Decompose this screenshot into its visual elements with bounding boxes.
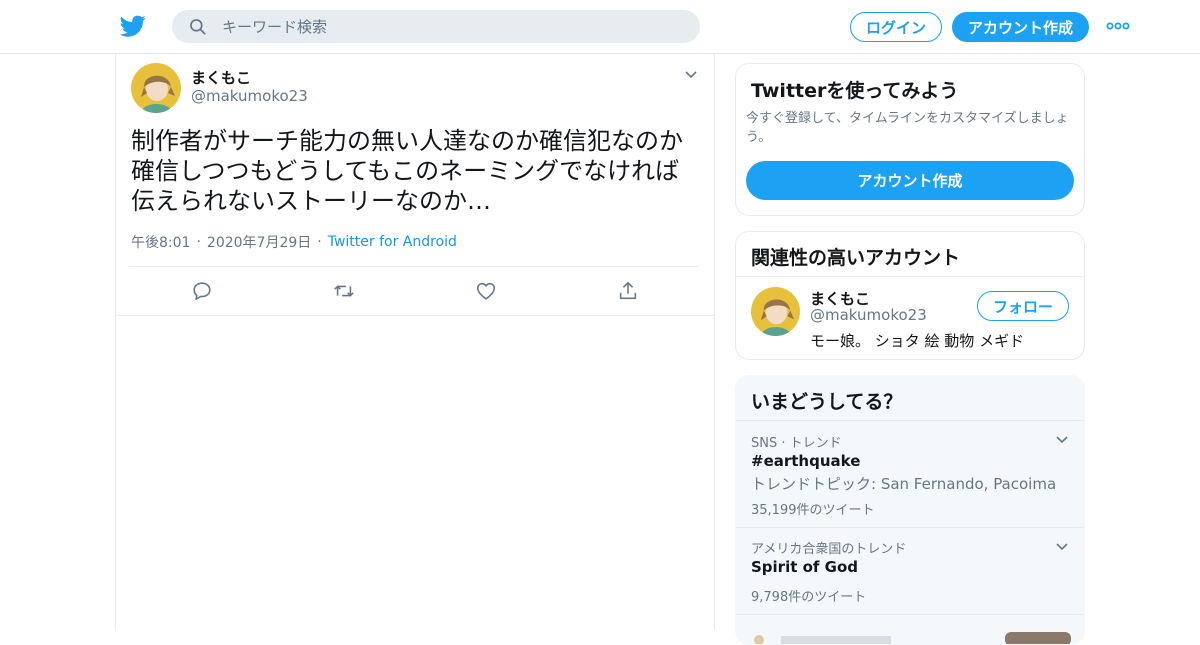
- trend-context: SNS · トレンド: [751, 436, 842, 451]
- trend-item-partial: [754, 632, 1071, 644]
- follow-button[interactable]: フォロー: [977, 291, 1069, 321]
- share-icon[interactable]: [617, 280, 639, 302]
- reply-icon[interactable]: [191, 280, 213, 302]
- related-accounts-title: 関連性の高いアカウント: [751, 247, 961, 269]
- avatar-image: [131, 63, 181, 113]
- like-icon[interactable]: [475, 280, 497, 302]
- meta-separator: ·: [196, 234, 201, 250]
- trend-context: アメリカ合衆国のトレンド: [751, 542, 907, 557]
- meta-separator: ·: [317, 234, 322, 250]
- chevron-down-icon[interactable]: [684, 68, 698, 82]
- signup-card-description: 今すぐ登録して、タイムラインをカスタマイズしましょう。: [746, 111, 1069, 145]
- divider: [736, 614, 1084, 615]
- trends-title: いまどうしてる？: [751, 391, 903, 413]
- search-input[interactable]: [222, 17, 662, 36]
- author-handle[interactable]: @makumoko23: [191, 87, 308, 105]
- signup-card-button[interactable]: アカウント作成: [746, 161, 1074, 200]
- chevron-down-icon[interactable]: [1055, 433, 1069, 447]
- chevron-down-icon[interactable]: [1055, 540, 1069, 554]
- top-bar: ログイン アカウント作成: [0, 0, 1200, 54]
- retweet-icon[interactable]: [333, 280, 355, 302]
- main-column: まくもこ @makumoko23 制作者がサーチ能力の無い人達なのか確信犯なのか…: [115, 54, 715, 630]
- related-accounts-card: 関連性の高いアカウント まくもこ @makumoko23 モー娘。 ショタ 絵 …: [735, 231, 1085, 360]
- tweet-source[interactable]: Twitter for Android: [328, 234, 457, 250]
- tweet-date[interactable]: 2020年7月29日: [207, 232, 311, 252]
- trend-item[interactable]: アメリカ合衆国のトレンド Spirit of God 9,798件のツイート: [736, 528, 1084, 614]
- more-options-icon[interactable]: [1106, 20, 1130, 32]
- trends-card: いまどうしてる？ SNS · トレンド #earthquake トレンドトピック…: [735, 375, 1085, 645]
- author-name[interactable]: まくもこ: [191, 67, 251, 88]
- signup-card-title: Twitterを使ってみよう: [751, 80, 959, 102]
- search-bar[interactable]: [172, 10, 700, 43]
- signup-button[interactable]: アカウント作成: [952, 12, 1089, 42]
- trend-topic[interactable]: トレンドトピック: San Fernando, Pacoima: [751, 473, 1056, 494]
- tweet-time[interactable]: 午後8:01: [131, 232, 190, 252]
- trend-item[interactable]: SNS · トレンド #earthquake トレンドトピック: San Fer…: [736, 421, 1084, 527]
- search-icon: [190, 18, 206, 35]
- divider: [736, 276, 1084, 277]
- trend-name[interactable]: Spirit of God: [751, 558, 858, 576]
- login-button[interactable]: ログイン: [850, 12, 942, 42]
- tweet-meta: 午後8:01 · 2020年7月29日 · Twitter for Androi…: [131, 232, 457, 252]
- account-bio: モー娘。 ショタ 絵 動物 メギド: [810, 332, 1025, 350]
- signup-card: Twitterを使ってみよう 今すぐ登録して、タイムラインをカスタマイズしましょ…: [735, 63, 1085, 216]
- tweet-text: 制作者がサーチ能力の無い人達なのか確信犯なのか確信しつつもどうしてもこのネーミン…: [131, 127, 683, 215]
- avatar-image: [751, 287, 800, 336]
- trend-count: 9,798件のツイート: [751, 590, 867, 605]
- trend-name[interactable]: #earthquake: [751, 452, 860, 470]
- avatar[interactable]: [751, 287, 800, 336]
- trend-count: 35,199件のツイート: [751, 503, 875, 518]
- divider: [129, 266, 699, 267]
- tweet: まくもこ @makumoko23 制作者がサーチ能力の無い人達なのか確信犯なのか…: [116, 54, 714, 316]
- avatar[interactable]: [131, 63, 181, 113]
- account-handle[interactable]: @makumoko23: [810, 306, 927, 324]
- twitter-bird-icon[interactable]: [119, 13, 147, 39]
